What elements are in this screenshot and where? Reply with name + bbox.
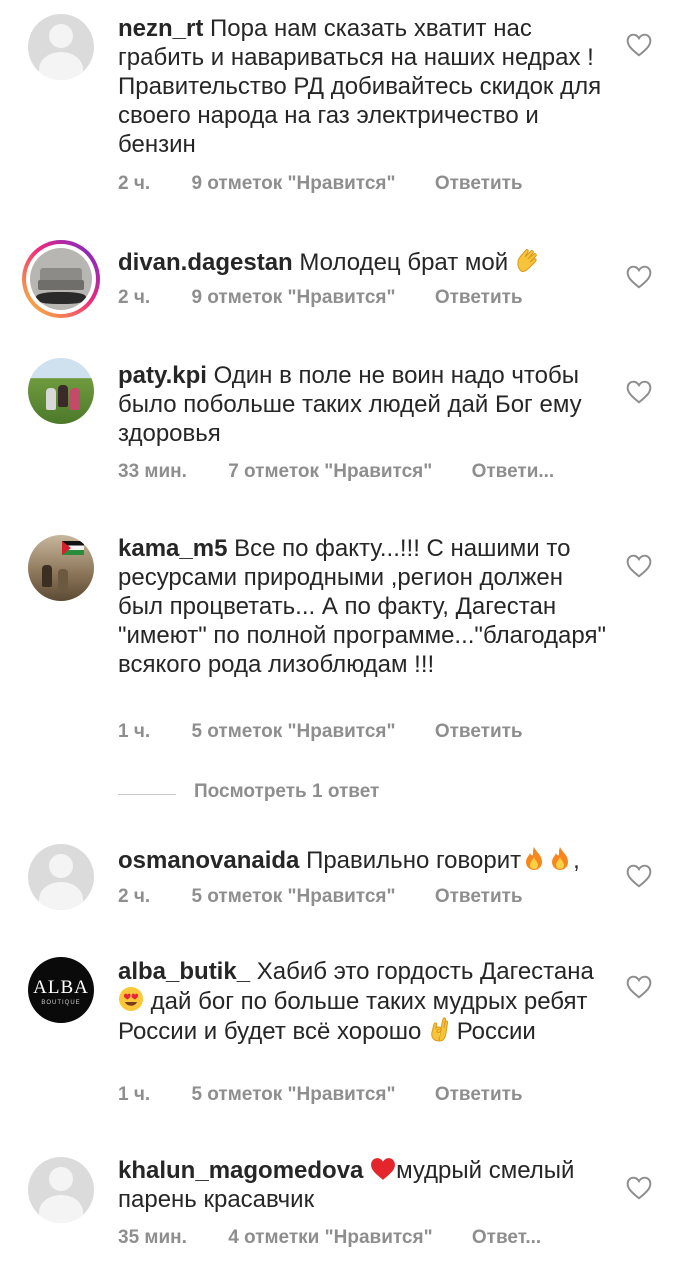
comment-suffix: , bbox=[573, 847, 580, 874]
like-heart-icon[interactable] bbox=[626, 265, 652, 289]
likes-count[interactable]: 7 отметок "Нравится" bbox=[228, 461, 432, 483]
meadow-photo-avatar[interactable] bbox=[28, 358, 94, 424]
reply-button[interactable]: Ответ... bbox=[472, 1227, 541, 1249]
likes-count[interactable]: 5 отметок "Нравится" bbox=[191, 886, 395, 908]
sofa-photo-icon bbox=[30, 248, 92, 310]
view-replies-label[interactable]: Посмотреть 1 ответ bbox=[194, 781, 379, 803]
likes-count[interactable]: 5 отметок "Нравится" bbox=[191, 721, 395, 743]
comment-time: 2 ч. bbox=[118, 886, 151, 907]
username[interactable]: osmanovanaida bbox=[118, 847, 299, 874]
comment-meta: 2 ч. 9 отметок "Нравится" Ответить bbox=[118, 287, 523, 309]
comment-meta: 33 мин. 7 отметок "Нравится" Ответи... bbox=[118, 461, 554, 483]
comment-text: osmanovanaida Правильно говорит, bbox=[118, 845, 618, 875]
story-ring-avatar[interactable] bbox=[22, 240, 100, 318]
comment-time: 1 ч. bbox=[118, 1084, 151, 1105]
comment-time: 33 мин. bbox=[118, 461, 187, 482]
reply-button[interactable]: Ответи... bbox=[472, 461, 555, 483]
comment-body: России bbox=[456, 1018, 536, 1045]
comment-text: paty.kpi Один в поле не воин надо чтобы … bbox=[118, 361, 613, 448]
comment-meta: 2 ч. 9 отметок "Нравится" Ответить bbox=[118, 173, 523, 195]
likes-count[interactable]: 5 отметок "Нравится" bbox=[191, 1084, 395, 1106]
like-heart-icon[interactable] bbox=[626, 864, 652, 888]
comment-meta: 35 мин. 4 отметки "Нравится" Ответ... bbox=[118, 1227, 541, 1249]
reply-button[interactable]: Ответить bbox=[435, 173, 523, 195]
clapping-hands-emoji-icon bbox=[517, 249, 537, 272]
comment-meta: 1 ч. 5 отметок "Нравится" Ответить bbox=[118, 1084, 523, 1106]
comment-text: alba_butik_ Хабиб это гордость Дагестана… bbox=[118, 957, 613, 1046]
alba-logo-sub: BOUTIQUE bbox=[41, 1000, 81, 1006]
comment-time: 35 мин. bbox=[118, 1227, 187, 1248]
red-heart-emoji-icon bbox=[371, 1158, 395, 1180]
default-avatar-icon[interactable] bbox=[28, 14, 94, 80]
likes-count[interactable]: 9 отметок "Нравится" bbox=[191, 173, 395, 195]
username[interactable]: alba_butik_ bbox=[118, 958, 250, 985]
comment-text: kama_m5 Все по факту...!!! С нашими то р… bbox=[118, 534, 613, 679]
like-heart-icon[interactable] bbox=[626, 554, 652, 578]
comment-meta: 2 ч. 5 отметок "Нравится" Ответить bbox=[118, 886, 523, 908]
username[interactable]: kama_m5 bbox=[118, 535, 227, 562]
reply-button[interactable]: Ответить bbox=[435, 886, 523, 908]
default-avatar-icon[interactable] bbox=[28, 844, 94, 910]
username[interactable]: khalun_magomedova bbox=[118, 1157, 363, 1184]
comment-body: Хабиб это гордость Дагестана bbox=[256, 958, 594, 985]
heart-eyes-emoji-icon bbox=[119, 987, 143, 1011]
comment-time: 1 ч. bbox=[118, 721, 151, 742]
comment-time: 2 ч. bbox=[118, 173, 151, 194]
username[interactable]: divan.dagestan bbox=[118, 249, 293, 276]
reply-button[interactable]: Ответить bbox=[435, 287, 523, 309]
like-heart-icon[interactable] bbox=[626, 33, 652, 57]
alba-logo: ALBA bbox=[33, 977, 89, 998]
like-heart-icon[interactable] bbox=[626, 975, 652, 999]
comment-text: nezn_rt Пора нам сказать хватит нас граб… bbox=[118, 14, 613, 159]
username[interactable]: paty.kpi bbox=[118, 362, 207, 389]
likes-count[interactable]: 4 отметки "Нравится" bbox=[228, 1227, 432, 1249]
ok-hand-emoji-icon bbox=[431, 1017, 449, 1042]
comment-time: 2 ч. bbox=[118, 287, 151, 308]
alba-logo-avatar[interactable]: ALBA BOUTIQUE bbox=[28, 957, 94, 1023]
divider-line bbox=[118, 794, 176, 795]
likes-count[interactable]: 9 отметок "Нравится" bbox=[191, 287, 395, 309]
username[interactable]: nezn_rt bbox=[118, 15, 203, 42]
like-heart-icon[interactable] bbox=[626, 1176, 652, 1200]
comment-body: Правильно говорит bbox=[306, 847, 522, 874]
reply-button[interactable]: Ответить bbox=[435, 721, 523, 743]
default-avatar-icon[interactable] bbox=[28, 1157, 94, 1223]
comment-text: khalun_magomedova мудрый смелый парень к… bbox=[118, 1156, 613, 1214]
fire-emoji-icon bbox=[552, 847, 569, 870]
flag-photo-avatar[interactable] bbox=[28, 535, 94, 601]
like-heart-icon[interactable] bbox=[626, 380, 652, 404]
comment-body: Молодец брат мой bbox=[299, 249, 509, 276]
fire-emoji-icon bbox=[526, 847, 543, 870]
comment-text: divan.dagestan Молодец брат мой bbox=[118, 247, 613, 277]
comment-meta: 1 ч. 5 отметок "Нравится" Ответить bbox=[118, 721, 523, 743]
reply-button[interactable]: Ответить bbox=[435, 1084, 523, 1106]
